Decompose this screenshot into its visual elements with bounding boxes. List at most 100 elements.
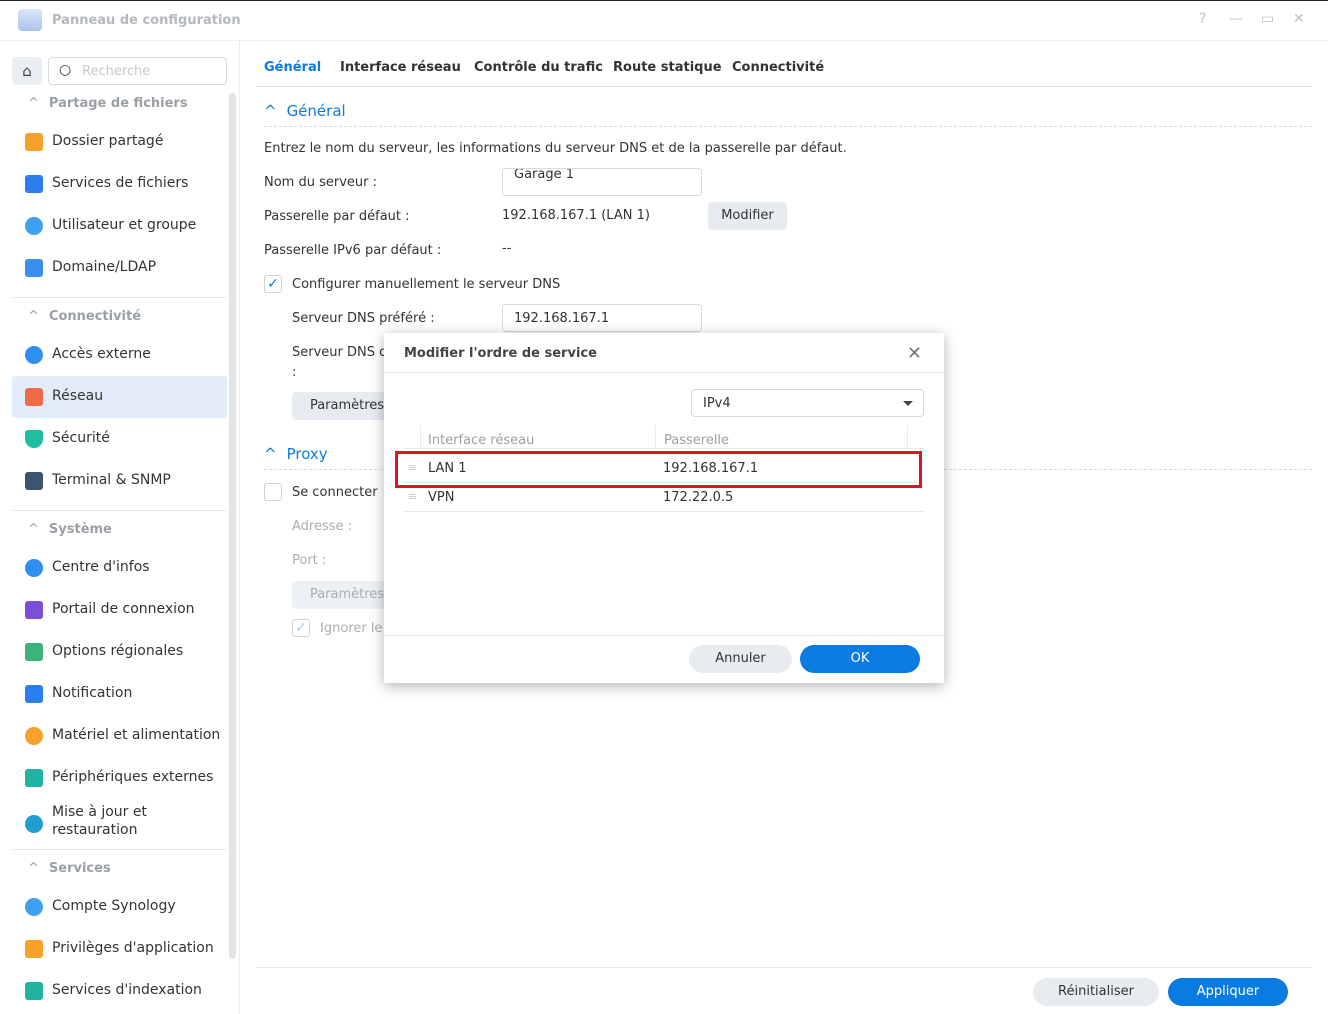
preferred-dns-input[interactable]: 192.168.167.1 <box>502 304 702 332</box>
alternate-dns-colon: : <box>292 365 297 380</box>
gateway-value: 192.168.167.1 (LAN 1) <box>502 208 650 223</box>
external-access-icon <box>25 346 43 364</box>
sidebar-item-network[interactable]: Réseau <box>12 376 227 418</box>
proxy-section-header[interactable]: ^ Proxy <box>264 445 328 463</box>
tab-traffic-control[interactable]: Contrôle du trafic <box>474 60 603 75</box>
sidebar-item-external-devices[interactable]: Périphériques externes <box>12 757 227 799</box>
sidebar-item-terminal-snmp[interactable]: Terminal & SNMP <box>12 460 227 502</box>
sidebar-scrollbar[interactable] <box>229 93 236 959</box>
divider <box>12 510 227 511</box>
section-file-sharing[interactable]: ^ Partage de fichiers <box>28 96 188 111</box>
home-icon: ⌂ <box>22 62 32 80</box>
network-house-icon <box>25 388 43 406</box>
users-icon <box>25 217 43 235</box>
sidebar-item-external-access[interactable]: Accès externe <box>12 334 227 376</box>
sidebar-item-synology-account[interactable]: Compte Synology <box>12 886 227 928</box>
sidebar-item-hardware-power[interactable]: Matériel et alimentation <box>12 715 227 757</box>
column-gateway[interactable]: Passerelle <box>664 433 729 448</box>
divider <box>264 126 1312 127</box>
regional-icon <box>25 643 43 661</box>
title-bar: Panneau de configuration ? — ▭ ✕ <box>0 0 1328 41</box>
drag-handle-icon[interactable]: ≡ <box>408 490 417 503</box>
manual-dns-label: Configurer manuellement le serveur DNS <box>292 277 561 292</box>
external-device-icon <box>25 769 43 787</box>
indexing-icon <box>25 982 43 1000</box>
update-icon <box>25 815 43 833</box>
chevron-down-icon <box>903 401 913 406</box>
section-services[interactable]: ^ Services <box>28 861 111 876</box>
close-icon[interactable]: ✕ <box>907 343 922 364</box>
cancel-button[interactable]: Annuler <box>689 645 792 673</box>
control-panel-icon <box>18 9 42 31</box>
ipv6-gateway-label: Passerelle IPv6 par défaut : <box>264 243 442 258</box>
sidebar-item-security[interactable]: Sécurité <box>12 418 227 460</box>
manual-dns-checkbox[interactable]: ✓ <box>264 275 282 293</box>
divider <box>12 849 227 850</box>
general-section-header[interactable]: ^ Général <box>264 102 346 120</box>
preferred-dns-label: Serveur DNS préféré : <box>292 311 435 326</box>
reset-button[interactable]: Réinitialiser <box>1033 978 1159 1006</box>
row-gateway: 172.22.0.5 <box>663 490 734 505</box>
terminal-icon <box>25 472 43 490</box>
search-placeholder: Recherche <box>82 64 151 79</box>
search-input[interactable]: ○ Recherche <box>48 57 227 85</box>
search-icon: ○ <box>59 62 72 78</box>
modify-gateway-button[interactable]: Modifier <box>708 202 787 230</box>
alternate-dns-label: Serveur DNS d <box>292 345 388 360</box>
info-icon <box>25 559 43 577</box>
section-connectivity[interactable]: ^ Connectivité <box>28 309 141 324</box>
proxy-connect-label: Se connecter <box>292 485 378 500</box>
column-interface[interactable]: Interface réseau <box>428 433 534 448</box>
general-description: Entrez le nom du serveur, les informatio… <box>264 141 847 156</box>
folder-icon <box>25 133 43 151</box>
lock-icon <box>25 940 43 958</box>
minimize-button[interactable]: — <box>1229 11 1243 27</box>
help-button[interactable]: ? <box>1199 11 1206 27</box>
sidebar-item-login-portal[interactable]: Portail de connexion <box>12 589 227 631</box>
divider <box>12 297 227 298</box>
sidebar-item-app-privileges[interactable]: Privilèges d'application <box>12 928 227 970</box>
sidebar-item-domain-ldap[interactable]: Domaine/LDAP <box>12 247 227 289</box>
proxy-address-label: Adresse : <box>292 519 353 534</box>
ip-version-select[interactable]: IPv4 <box>691 389 924 417</box>
sidebar-item-file-services[interactable]: Services de fichiers <box>12 163 227 205</box>
tab-connectivity[interactable]: Connectivité <box>732 60 824 75</box>
ipv6-gateway-value: -- <box>502 241 512 256</box>
window-title: Panneau de configuration <box>52 13 241 28</box>
proxy-ignore-label: Ignorer le <box>320 621 383 636</box>
ok-button[interactable]: OK <box>800 645 920 673</box>
file-services-icon <box>25 175 43 193</box>
tab-general[interactable]: Général <box>264 60 321 75</box>
domain-icon <box>25 259 43 277</box>
sidebar-item-notification[interactable]: Notification <box>12 673 227 715</box>
footer: Réinitialiser Appliquer <box>256 967 1312 1006</box>
bulb-icon <box>25 727 43 745</box>
service-order-dialog: Modifier l'ordre de service ✕ IPv4 Inter… <box>384 333 944 683</box>
apply-button[interactable]: Appliquer <box>1168 978 1288 1006</box>
divider <box>384 372 944 373</box>
sidebar-item-shared-folder[interactable]: Dossier partagé <box>12 121 227 163</box>
notification-icon <box>25 685 43 703</box>
maximize-button[interactable]: ▭ <box>1261 11 1274 27</box>
server-name-label: Nom du serveur : <box>264 175 378 190</box>
sidebar-item-user-group[interactable]: Utilisateur et groupe <box>12 205 227 247</box>
highlight-box <box>395 451 922 488</box>
proxy-port-label: Port : <box>292 553 327 568</box>
sidebar-item-indexing[interactable]: Services d'indexation <box>12 970 227 1012</box>
tab-network-interface[interactable]: Interface réseau <box>340 60 461 75</box>
sidebar-item-update-restore[interactable]: Mise à jour et restauration <box>12 799 227 849</box>
sidebar-item-info-center[interactable]: Centre d'infos <box>12 547 227 589</box>
proxy-ignore-checkbox[interactable]: ✓ <box>292 619 310 637</box>
sidebar-item-regional-options[interactable]: Options régionales <box>12 631 227 673</box>
account-icon <box>25 898 43 916</box>
row-interface: VPN <box>428 490 455 505</box>
tab-bar: Général Interface réseau Contrôle du tra… <box>256 41 1312 87</box>
close-button[interactable]: ✕ <box>1293 11 1305 27</box>
dialog-title: Modifier l'ordre de service <box>404 346 597 361</box>
server-name-input[interactable]: Garage 1 <box>502 168 702 196</box>
divider <box>384 635 944 636</box>
section-system[interactable]: ^ Système <box>28 522 112 537</box>
home-button[interactable]: ⌂ <box>12 57 42 85</box>
proxy-connect-checkbox[interactable] <box>264 483 282 501</box>
tab-static-route[interactable]: Route statique <box>613 60 722 75</box>
